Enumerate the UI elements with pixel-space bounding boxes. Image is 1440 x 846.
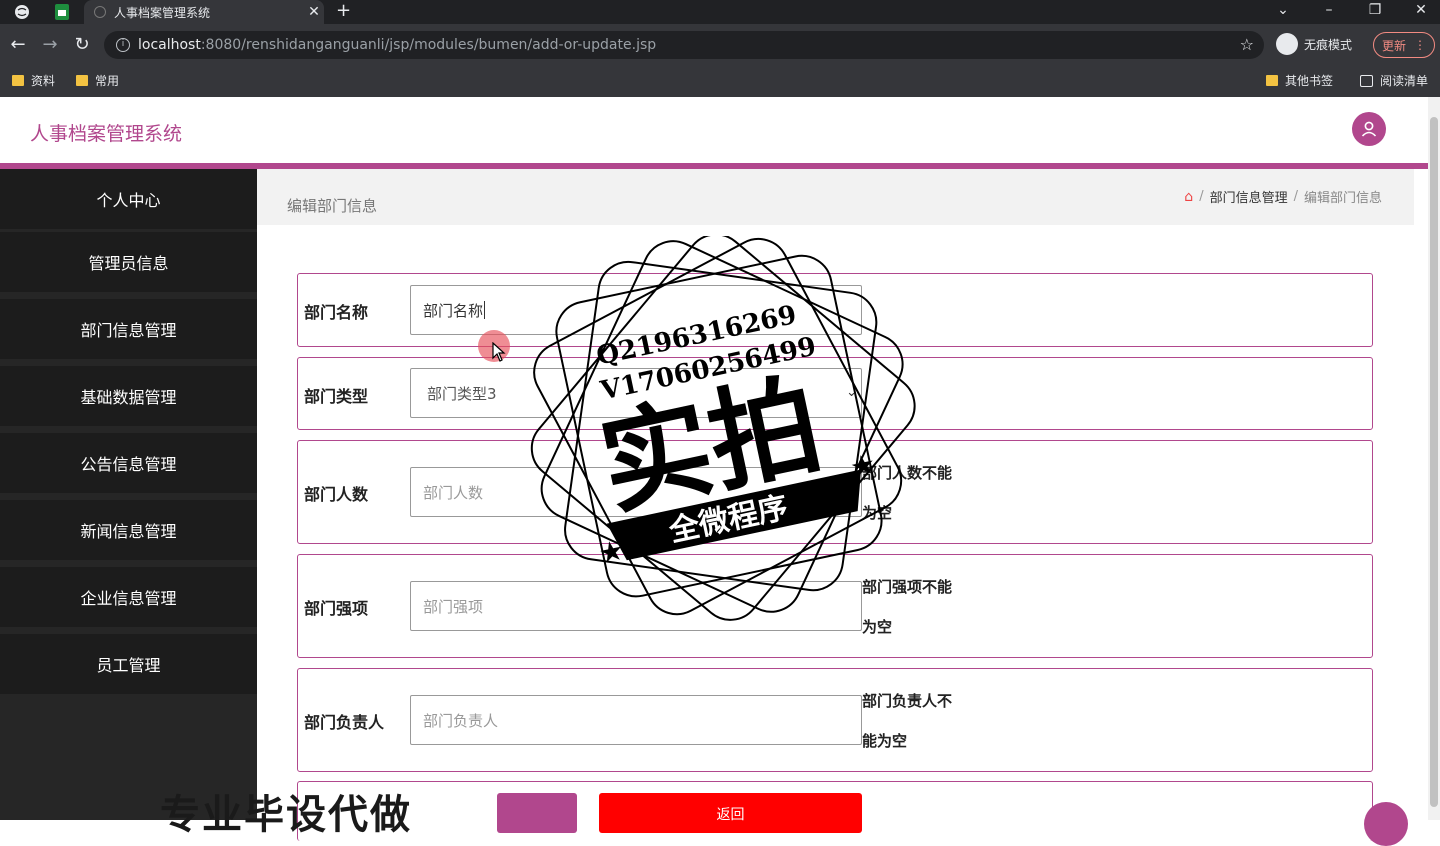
breadcrumb: ⌂ / 部门信息管理 / 编辑部门信息: [1184, 187, 1382, 207]
url-path: :8080/renshidanganguanli/jsp/modules/bum…: [200, 37, 657, 53]
active-tab[interactable]: 人事档案管理系统 ✕: [84, 0, 324, 24]
minimize-icon[interactable]: –: [1314, 0, 1344, 20]
folder-icon: [76, 75, 88, 86]
type-label: 部门类型: [304, 387, 369, 406]
incognito-label: 无痕模式: [1304, 37, 1353, 52]
app-header: 人事档案管理系统: [0, 97, 1428, 163]
sidebar-item-announcements[interactable]: 公告信息管理: [0, 433, 257, 493]
strength-label: 部门强项: [304, 599, 369, 618]
restore-icon[interactable]: ❐: [1360, 0, 1390, 20]
bookmarks-bar: 资料 常用 其他书签 阅读清单: [0, 66, 1440, 97]
bookmark-label: 阅读清单: [1380, 74, 1429, 88]
page-title: 编辑部门信息: [287, 197, 378, 215]
bookmark-folder[interactable]: 其他书签: [1266, 72, 1333, 89]
breadcrumb-separator: /: [1293, 189, 1298, 204]
reading-list-icon: [1360, 74, 1373, 87]
browser-tab-bar: 人事档案管理系统 ✕ + ⌄ – ❐ ✕: [0, 0, 1440, 24]
update-label: 更新: [1381, 38, 1406, 53]
incognito-indicator[interactable]: 无痕模式: [1276, 33, 1352, 55]
count-label: 部门人数: [304, 485, 369, 504]
sidebar-item-basic-data[interactable]: 基础数据管理: [0, 366, 257, 426]
back-button[interactable]: 返回: [599, 793, 862, 833]
name-label: 部门名称: [304, 303, 369, 322]
bookmark-label: 其他书签: [1285, 74, 1334, 88]
page-scrollbar[interactable]: [1428, 97, 1440, 820]
mouse-pointer-icon: [492, 341, 506, 366]
browser-toolbar: ← → ↻ i localhost:8080/renshidanganguanl…: [0, 24, 1440, 66]
breadcrumb-current: 编辑部门信息: [1303, 191, 1382, 206]
back-arrow-icon[interactable]: ←: [8, 35, 28, 55]
sidebar-item-admin-info[interactable]: 管理员信息: [0, 232, 257, 292]
type-select-value: 部门类型3: [427, 384, 497, 403]
breadcrumb-section[interactable]: 部门信息管理: [1210, 187, 1288, 206]
user-icon: [1361, 121, 1377, 137]
save-button[interactable]: [497, 793, 577, 833]
user-avatar[interactable]: [1352, 112, 1386, 146]
url-host: localhost: [138, 37, 201, 53]
update-button[interactable]: 更新 ⋮: [1373, 32, 1435, 58]
leader-label: 部门负责人: [304, 713, 385, 732]
tab-favicon-icon: [94, 6, 106, 18]
text-caret: [484, 301, 486, 319]
folder-icon: [1266, 75, 1278, 86]
name-input-value: 部门名称: [423, 301, 484, 320]
tab-close-icon[interactable]: ✕: [304, 4, 324, 20]
sidebar-item-company-info[interactable]: 企业信息管理: [0, 567, 257, 627]
breadcrumb-separator: /: [1199, 189, 1204, 204]
breadcrumb-bar: 编辑部门信息 ⌂ / 部门信息管理 / 编辑部门信息: [257, 169, 1414, 225]
leader-error-line-1: 部门负责人不: [862, 692, 953, 710]
star-icon: ★: [847, 447, 878, 484]
forward-arrow-icon[interactable]: →: [40, 35, 60, 55]
more-menu-icon: ⋮: [1414, 38, 1426, 52]
bookmark-star-icon[interactable]: ☆: [1240, 35, 1254, 54]
globe-icon[interactable]: [12, 2, 32, 22]
address-bar[interactable]: i localhost:8080/renshidanganguanli/jsp/…: [104, 31, 1264, 59]
sidebar-item-personal-center[interactable]: 个人中心: [0, 169, 257, 229]
window-close-icon[interactable]: ✕: [1406, 0, 1436, 20]
form-row-leader: 部门负责人 部门负责人 部门负责人不 能为空: [297, 668, 1373, 772]
reading-list[interactable]: 阅读清单: [1360, 72, 1428, 89]
scrollbar-thumb[interactable]: [1430, 117, 1438, 807]
new-tab-icon[interactable]: +: [336, 0, 351, 22]
bookmark-label: 资料: [31, 74, 56, 88]
leader-input[interactable]: 部门负责人: [410, 695, 862, 745]
folder-icon: [12, 75, 24, 86]
bookmark-folder[interactable]: 常用: [76, 72, 119, 89]
tab-search-chevron-icon[interactable]: ⌄: [1268, 0, 1298, 20]
watermark-stamp: Q2196316269 V17060256499 实拍 全微程序 ★ ★: [520, 233, 920, 626]
reload-icon[interactable]: ↻: [72, 35, 92, 55]
floating-action-button[interactable]: [1364, 802, 1408, 846]
bookmark-label: 常用: [95, 74, 120, 88]
sidebar: 个人中心 管理员信息 部门信息管理 基础数据管理 公告信息管理 新闻信息管理 企…: [0, 169, 257, 820]
sheets-icon[interactable]: [52, 2, 72, 22]
bookmark-folder[interactable]: 资料: [12, 72, 55, 89]
bottom-watermark: 专业毕设代做: [160, 792, 412, 838]
site-info-icon[interactable]: i: [116, 38, 130, 52]
app-title: 人事档案管理系统: [30, 123, 183, 145]
sidebar-item-employees[interactable]: 员工管理: [0, 634, 257, 694]
leader-error: 部门负责人不 能为空: [862, 681, 972, 761]
leader-error-line-2: 能为空: [862, 732, 908, 750]
sidebar-item-department-management[interactable]: 部门信息管理: [0, 299, 257, 359]
tab-title: 人事档案管理系统: [114, 5, 211, 20]
sidebar-item-news[interactable]: 新闻信息管理: [0, 500, 257, 560]
home-icon[interactable]: ⌂: [1184, 189, 1193, 205]
incognito-icon: [1276, 33, 1298, 55]
